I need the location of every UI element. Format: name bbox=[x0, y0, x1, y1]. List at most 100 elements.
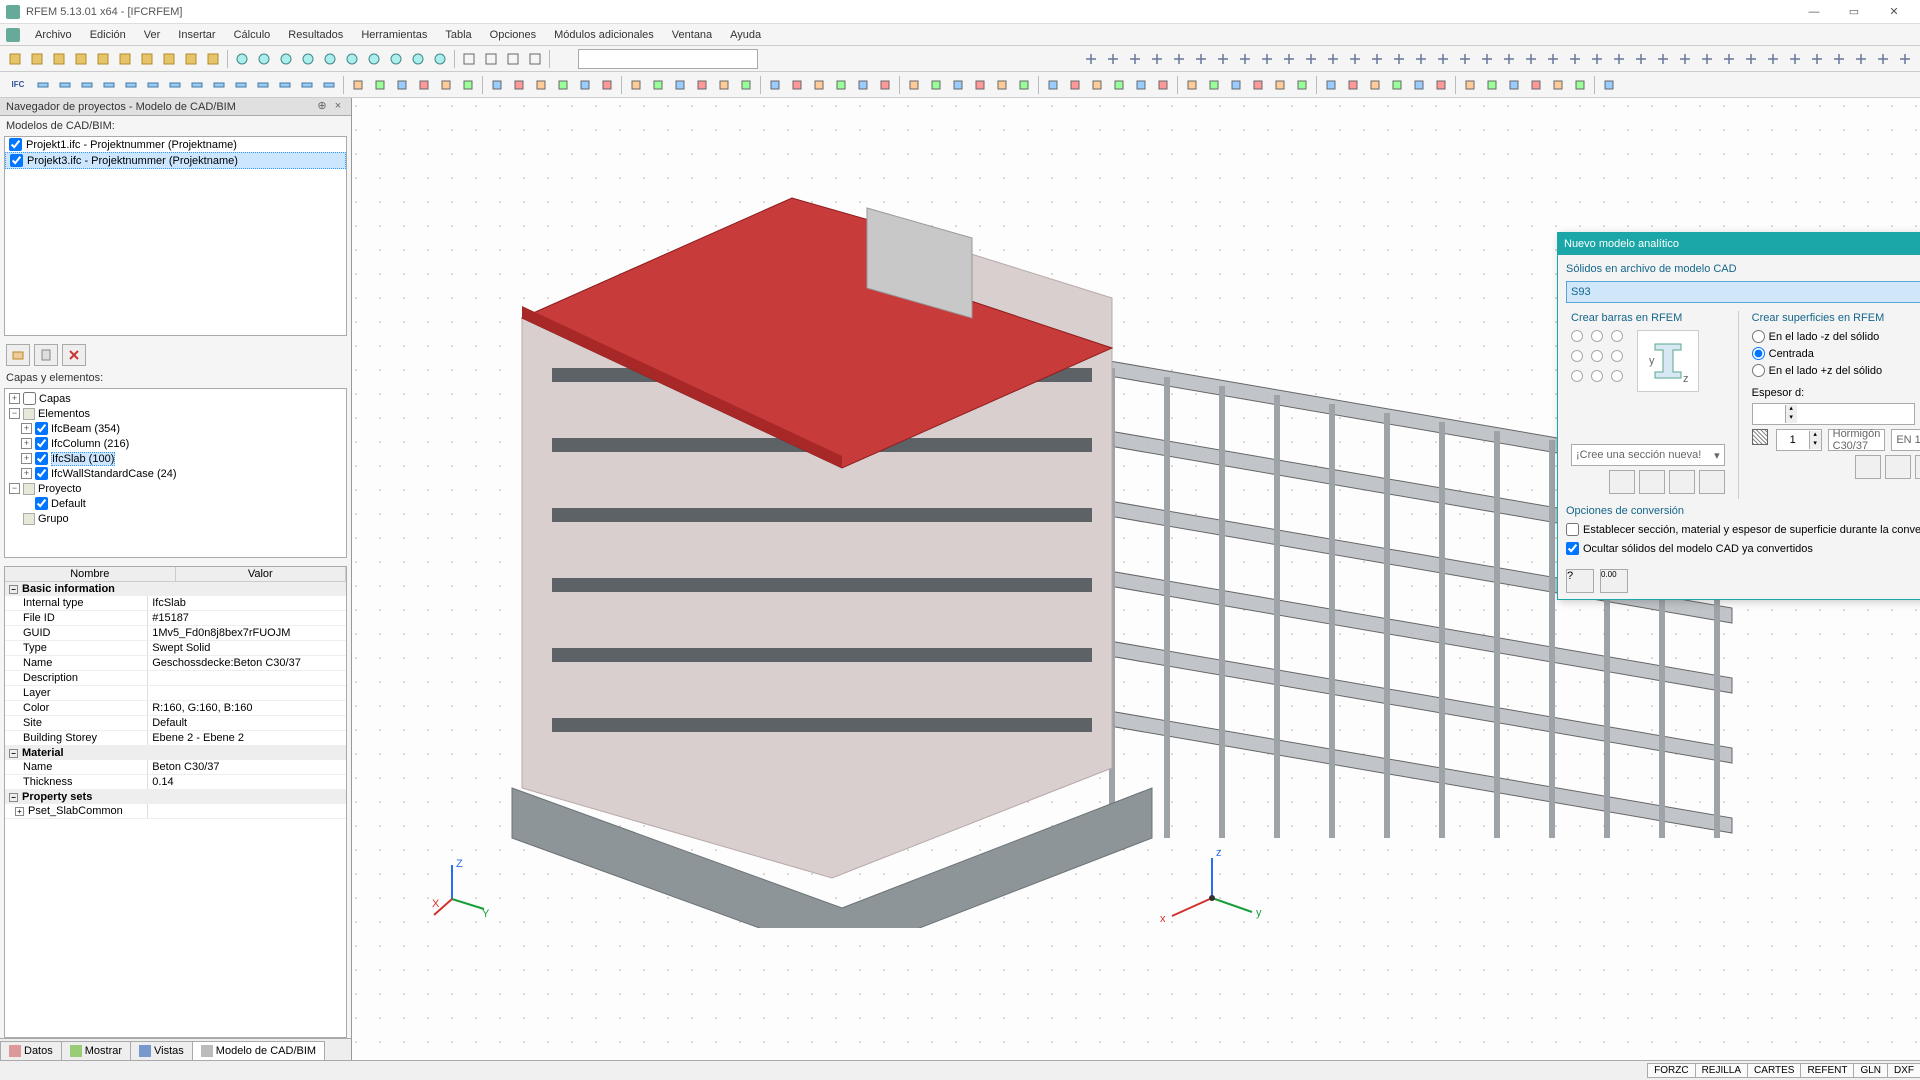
tab-modelo-cad-bim[interactable]: Modelo de CAD/BIM bbox=[192, 1041, 325, 1060]
toolbar-button[interactable] bbox=[1103, 49, 1123, 69]
property-group[interactable]: −Property sets bbox=[5, 790, 346, 804]
toolbar-button[interactable] bbox=[386, 49, 406, 69]
toolbar-button[interactable] bbox=[209, 75, 229, 95]
opt-hide-converted[interactable]: Ocultar sólidos del modelo CAD ya conver… bbox=[1566, 542, 1920, 555]
toolbar-button[interactable] bbox=[1543, 49, 1563, 69]
status-cartes[interactable]: CARTES bbox=[1747, 1063, 1801, 1078]
toolbar-button[interactable] bbox=[1851, 49, 1871, 69]
toolbar-button[interactable] bbox=[1014, 75, 1034, 95]
toolbar-button[interactable] bbox=[1301, 49, 1321, 69]
property-group[interactable]: −Material bbox=[5, 746, 346, 760]
toolbar-button[interactable] bbox=[1829, 49, 1849, 69]
model-checkbox[interactable] bbox=[9, 138, 22, 151]
property-row[interactable]: Internal typeIfcSlab bbox=[5, 596, 346, 611]
toolbar-button[interactable] bbox=[692, 75, 712, 95]
thickness-spinner[interactable]: ▴▾ bbox=[1752, 403, 1916, 425]
model-item[interactable]: Projekt3.ifc - Projektnummer (Projektnam… bbox=[5, 152, 346, 169]
toolbar-button[interactable] bbox=[342, 49, 362, 69]
toolbar-button[interactable] bbox=[143, 75, 163, 95]
toolbar-button[interactable] bbox=[1873, 49, 1893, 69]
toolbar-button[interactable] bbox=[1570, 75, 1590, 95]
toolbar-button[interactable] bbox=[481, 49, 501, 69]
section-dropdown[interactable]: ¡Cree una sección nueva!▾ bbox=[1571, 444, 1725, 466]
toolbar-button[interactable] bbox=[1292, 75, 1312, 95]
toolbar-button[interactable] bbox=[1675, 49, 1695, 69]
property-row[interactable]: NameGeschossdecke:Beton C30/37 bbox=[5, 656, 346, 671]
section-btn-3[interactable] bbox=[1669, 470, 1695, 494]
minimize-button[interactable]: — bbox=[1794, 1, 1834, 23]
menu-opciones[interactable]: Opciones bbox=[481, 27, 545, 43]
status-rejilla[interactable]: REJILLA bbox=[1695, 1063, 1748, 1078]
tree-node-proyecto[interactable]: −Proyecto bbox=[7, 481, 344, 496]
dialog-titlebar[interactable]: Nuevo modelo analítico ✕ bbox=[1558, 233, 1920, 255]
toolbar-button[interactable] bbox=[1213, 49, 1233, 69]
toolbar-button[interactable] bbox=[1131, 75, 1151, 95]
toolbar-button[interactable] bbox=[1477, 49, 1497, 69]
toolbar-button[interactable] bbox=[1763, 49, 1783, 69]
toolbar-button[interactable] bbox=[459, 49, 479, 69]
toolbar-button[interactable] bbox=[1521, 49, 1541, 69]
toolbar-button[interactable] bbox=[1248, 75, 1268, 95]
panel-close-button[interactable]: × bbox=[331, 100, 345, 114]
surf-btn-1[interactable] bbox=[1855, 455, 1881, 479]
property-row[interactable]: Building StoreyEbene 2 - Ebene 2 bbox=[5, 731, 346, 746]
model-delete-button[interactable] bbox=[62, 344, 86, 366]
toolbar-button[interactable] bbox=[253, 75, 273, 95]
surf-opt-centered[interactable]: Centrada bbox=[1752, 347, 1920, 360]
toolbar-button[interactable] bbox=[319, 75, 339, 95]
bar-position-matrix[interactable] bbox=[1571, 330, 1627, 386]
toolbar-button[interactable] bbox=[1087, 75, 1107, 95]
toolbar-button[interactable] bbox=[1343, 75, 1363, 95]
menu-modulos[interactable]: Módulos adicionales bbox=[545, 27, 663, 43]
toolbar-button[interactable] bbox=[115, 49, 135, 69]
viewport-3d[interactable]: /*cols*/ bbox=[352, 98, 1920, 1060]
toolbar-button[interactable] bbox=[99, 75, 119, 95]
property-grid[interactable]: Nombre Valor −Basic informationInternal … bbox=[4, 566, 347, 1038]
panel-pin-button[interactable]: ⊕ bbox=[315, 100, 329, 114]
tree-node-ifcbeam[interactable]: +IfcBeam (354) bbox=[7, 421, 344, 436]
toolbar-button[interactable] bbox=[765, 75, 785, 95]
toolbar-button[interactable] bbox=[1387, 75, 1407, 95]
toolbar-button[interactable] bbox=[1482, 75, 1502, 95]
toolbar-button[interactable] bbox=[348, 75, 368, 95]
toolbar-button[interactable] bbox=[165, 75, 185, 95]
toolbar-button[interactable] bbox=[1169, 49, 1189, 69]
ifc-button[interactable]: IFC bbox=[5, 75, 31, 95]
toolbar-button[interactable] bbox=[1455, 49, 1475, 69]
tree-node-elementos[interactable]: −Elementos bbox=[7, 406, 344, 421]
property-row[interactable]: Description bbox=[5, 671, 346, 686]
toolbar-button[interactable] bbox=[27, 49, 47, 69]
help-button[interactable]: ? bbox=[1566, 569, 1594, 593]
toolbar-button[interactable] bbox=[554, 49, 574, 69]
tab-vistas[interactable]: Vistas bbox=[130, 1041, 193, 1060]
property-row[interactable]: Layer bbox=[5, 686, 346, 701]
toolbar-button[interactable] bbox=[503, 49, 523, 69]
toolbar-button[interactable] bbox=[203, 49, 223, 69]
status-forzc[interactable]: FORZC bbox=[1647, 1063, 1695, 1078]
toolbar-button[interactable] bbox=[408, 49, 428, 69]
surf-opt-pos-z[interactable]: En el lado +z del sólido bbox=[1752, 364, 1920, 377]
toolbar-button[interactable] bbox=[1433, 49, 1453, 69]
toolbar-button[interactable] bbox=[714, 75, 734, 95]
toolbar-button[interactable] bbox=[904, 75, 924, 95]
surf-btn-2[interactable] bbox=[1885, 455, 1911, 479]
toolbar-button[interactable] bbox=[1226, 75, 1246, 95]
property-row[interactable]: File ID#15187 bbox=[5, 611, 346, 626]
toolbar-button[interactable] bbox=[33, 75, 53, 95]
toolbar-button[interactable] bbox=[670, 75, 690, 95]
toolbar-button[interactable] bbox=[49, 49, 69, 69]
toolbar-button[interactable] bbox=[414, 75, 434, 95]
toolbar-button[interactable] bbox=[276, 49, 296, 69]
section-btn-2[interactable] bbox=[1639, 470, 1665, 494]
toolbar-button[interactable] bbox=[1109, 75, 1129, 95]
toolbar-button[interactable] bbox=[1719, 49, 1739, 69]
model-open-button[interactable] bbox=[6, 344, 30, 366]
toolbar-button[interactable] bbox=[1270, 75, 1290, 95]
toolbar-button[interactable] bbox=[254, 49, 274, 69]
toolbar-button[interactable] bbox=[187, 75, 207, 95]
toolbar-button[interactable] bbox=[55, 75, 75, 95]
models-list[interactable]: Projekt1.ifc - Projektnummer (Projektnam… bbox=[4, 136, 347, 336]
toolbar-button[interactable] bbox=[553, 75, 573, 95]
toolbar-button[interactable] bbox=[1807, 49, 1827, 69]
toolbar-button[interactable] bbox=[298, 49, 318, 69]
